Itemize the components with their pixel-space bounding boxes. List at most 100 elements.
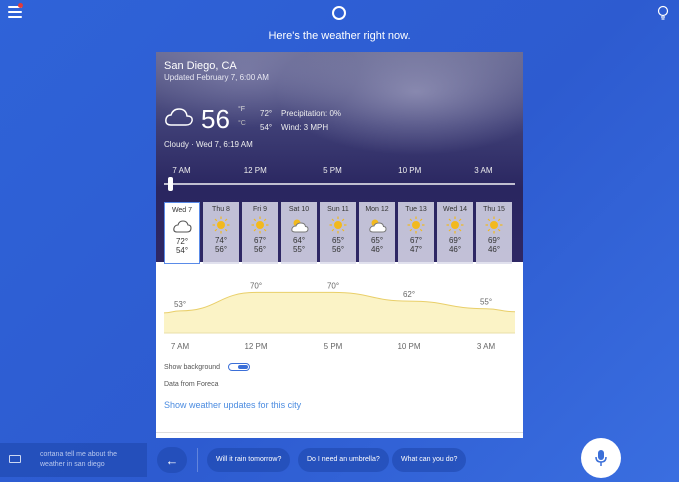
day-low: 55°: [292, 245, 306, 254]
wind: Wind: 3 MPH: [281, 123, 329, 132]
speech-text: cortana tell me about the weather in san…: [40, 451, 118, 468]
day-name: Sun 11: [327, 206, 349, 213]
suggestion-umbrella[interactable]: Do I need an umbrella?: [298, 448, 389, 472]
divider: [197, 448, 198, 472]
microphone-icon: [595, 450, 607, 466]
sun-icon: [445, 216, 465, 234]
temperature-area: [164, 292, 515, 333]
day-tile[interactable]: Thu 15 69° 46°: [476, 202, 512, 264]
keyboard-icon[interactable]: [9, 455, 21, 463]
x-tick-label: 10 PM: [397, 342, 420, 351]
card-bottom: [156, 432, 523, 438]
precip-wind: Precipitation: 0% Wind: 3 MPH: [281, 107, 341, 135]
day-low: 46°: [487, 245, 501, 254]
weather-card: San Diego, CA Updated February 7, 6:00 A…: [156, 52, 523, 438]
temperature-chart: 53° 70° 70° 62° 55° 7 AM 12 PM 5 PM 10 PM 3 AM: [163, 281, 516, 351]
suggestion-what-can-you-do[interactable]: What can you do?: [392, 448, 467, 472]
day-low: 54°: [175, 246, 189, 255]
x-tick-label: 12 PM: [244, 342, 267, 351]
day-high: 74°: [214, 236, 228, 245]
city-name: San Diego, CA: [164, 60, 237, 72]
day-name: Wed 7: [171, 207, 193, 214]
day-name: Thu 8: [212, 206, 230, 213]
timeline-label: 10 PM: [398, 166, 422, 175]
timeline-labels: 7 AM 12 PM 5 PM 10 PM 3 AM: [164, 166, 515, 176]
daily-forecast: Wed 7 72° 54° Thu 8 74° 56° Fri 9 67° 56° Sat 10 6…: [164, 202, 515, 264]
precipitation: Precipitation: 0%: [281, 109, 342, 118]
page-title: Here's the weather right now.: [268, 30, 411, 42]
day-name: Fri 9: [253, 206, 267, 213]
timeline-label: 12 PM: [243, 166, 267, 175]
day-high: 69°: [448, 236, 462, 245]
current-temperature: 56: [201, 104, 230, 134]
day-tile[interactable]: Mon 12 65° 46°: [359, 202, 395, 264]
day-low: 47°: [409, 245, 423, 254]
updated-time: Updated February 7, 6:00 AM: [164, 73, 269, 82]
low-temp: 54°: [260, 123, 273, 132]
show-background-label: Show background: [164, 364, 221, 371]
back-button[interactable]: ←: [157, 447, 187, 473]
day-low: 46°: [448, 245, 462, 254]
sun-icon: [484, 216, 504, 234]
day-tile[interactable]: Fri 9 67° 56°: [242, 202, 278, 264]
unit-fahrenheit[interactable]: °F: [238, 106, 245, 113]
timeline-label: 3 AM: [474, 166, 493, 175]
sun-icon: [328, 216, 348, 234]
data-source: Data from Foreca: [164, 381, 219, 388]
unit-celsius[interactable]: °C: [238, 120, 246, 127]
day-high: 69°: [487, 236, 501, 245]
day-low: 46°: [370, 245, 384, 254]
point-label: 55°: [480, 298, 492, 307]
timeline-label: 5 PM: [323, 166, 342, 175]
x-tick-label: 5 PM: [324, 342, 343, 351]
suggestion-rain-tomorrow[interactable]: Will it rain tomorrow?: [207, 448, 291, 472]
sun-icon: [406, 216, 426, 234]
day-name: Thu 15: [483, 206, 505, 213]
timeline-label: 7 AM: [172, 166, 191, 175]
condition-text: Cloudy · Wed 7, 6:19 AM: [164, 140, 253, 149]
speech-input-box[interactable]: cortana tell me about the weather in san…: [0, 443, 147, 477]
weather-updates-link[interactable]: Show weather updates for this city: [164, 400, 301, 410]
day-tile[interactable]: Tue 13 67° 47°: [398, 202, 434, 264]
day-high: 67°: [253, 236, 267, 245]
day-high: 67°: [409, 236, 423, 245]
high-low: 72° 54°: [260, 107, 272, 135]
sun-icon: [250, 216, 270, 234]
notification-dot: [18, 3, 23, 8]
day-high: 65°: [331, 236, 345, 245]
point-label: 70°: [250, 281, 262, 290]
lightbulb-icon[interactable]: [657, 5, 669, 21]
time-slider-track[interactable]: [164, 183, 515, 185]
sun-icon: [211, 216, 231, 234]
partly-cloudy-icon: [289, 216, 309, 234]
day-low: 56°: [214, 245, 228, 254]
day-high: 72°: [175, 237, 189, 246]
day-high: 64°: [292, 236, 306, 245]
point-label: 70°: [327, 281, 339, 290]
weather-hero: San Diego, CA Updated February 7, 6:00 A…: [156, 52, 523, 264]
microphone-button[interactable]: [581, 438, 621, 478]
point-label: 53°: [174, 300, 186, 309]
cloud-icon: [165, 108, 193, 126]
day-high: 65°: [370, 236, 384, 245]
cloud-icon: [172, 217, 192, 235]
day-tile[interactable]: Sat 10 64° 55°: [281, 202, 317, 264]
day-name: Sat 10: [288, 206, 310, 213]
show-background-toggle[interactable]: [228, 363, 250, 371]
x-tick-label: 7 AM: [171, 342, 190, 351]
x-tick-label: 3 AM: [477, 342, 496, 351]
partly-cloudy-icon: [367, 216, 387, 234]
day-tile[interactable]: Sun 11 65° 56°: [320, 202, 356, 264]
time-slider-thumb[interactable]: [168, 177, 173, 191]
day-tile[interactable]: Wed 7 72° 54°: [164, 202, 200, 264]
day-tile[interactable]: Thu 8 74° 56°: [203, 202, 239, 264]
day-name: Wed 14: [443, 206, 467, 213]
day-name: Mon 12: [365, 206, 389, 213]
day-low: 56°: [331, 245, 345, 254]
toggle-knob: [238, 365, 248, 369]
high-temp: 72°: [260, 109, 273, 118]
day-name: Tue 13: [405, 206, 427, 213]
day-tile[interactable]: Wed 14 69° 46°: [437, 202, 473, 264]
day-low: 56°: [253, 245, 267, 254]
cortana-icon: [332, 6, 346, 20]
